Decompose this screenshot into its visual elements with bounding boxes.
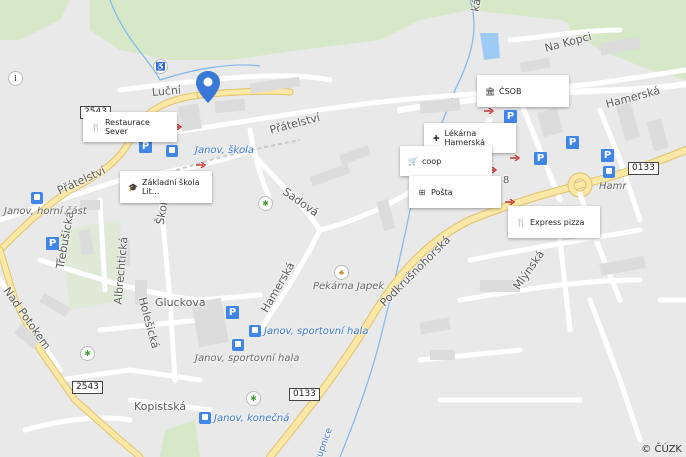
sports-icon[interactable]: ✱ — [259, 197, 272, 210]
poi-label: ČSOB — [499, 86, 522, 96]
poi-label: Základní škola Lit... — [141, 178, 200, 196]
bus-stop-icon[interactable] — [603, 166, 615, 178]
poi-label: Pošta — [431, 187, 453, 197]
post-office-icon: ⊞ — [418, 187, 426, 197]
poi-popup-coop[interactable]: 🛒 coop — [400, 146, 492, 176]
bus-stop-icon[interactable] — [31, 192, 43, 204]
info-icon[interactable]: i — [9, 72, 22, 85]
copyright-label: © ČÚZK — [641, 444, 682, 455]
poi-popup-zakladni-skola[interactable]: 🎓 Základní škola Lit... — [120, 171, 212, 203]
road-number-0133: 0133 — [289, 388, 320, 401]
forest-area-northwest — [0, 0, 70, 40]
bus-stop-icon[interactable] — [199, 412, 211, 424]
parking-icon[interactable]: P — [46, 237, 59, 250]
bus-stop-icon[interactable] — [166, 145, 178, 157]
marker-arrow-icon — [510, 155, 520, 161]
poi-popup-csob[interactable]: 🏛 ČSOB — [477, 75, 569, 107]
poi-popup-restaurace-sever[interactable]: 🍴 Restaurace Sever — [83, 112, 177, 142]
forest-area-west — [60, 220, 125, 310]
location-pin-icon[interactable] — [196, 71, 220, 103]
parking-icon[interactable]: P — [601, 149, 614, 162]
road-number-2543: 2543 — [72, 381, 103, 394]
road-number-0133: 0133 — [628, 162, 659, 175]
poi-popup-posta[interactable]: ⊞ Pošta — [409, 176, 501, 208]
marker-arrow-icon — [196, 162, 206, 168]
bus-stop-icon[interactable] — [249, 325, 261, 337]
pond — [480, 33, 500, 60]
wheelchair-icon[interactable]: ♿ — [154, 60, 167, 73]
restaurant-icon: 🍴 — [516, 217, 526, 227]
parking-icon[interactable]: P — [226, 306, 239, 319]
parking-icon[interactable]: P — [566, 136, 579, 149]
bus-stop-icon[interactable] — [232, 339, 244, 351]
bank-icon: 🏛 — [485, 86, 496, 96]
map-canvas[interactable]: Na Kopci Hamerská Luční Přátelství Přáte… — [0, 0, 686, 457]
marker-arrow-icon — [505, 199, 515, 205]
school-icon: 🎓 — [128, 182, 138, 192]
shop-cart-icon: 🛒 — [408, 156, 418, 166]
marker-arrow-icon — [484, 108, 494, 114]
poi-popup-express-pizza[interactable]: 🍴 Express pizza — [508, 206, 600, 238]
sports-icon[interactable]: ✱ — [81, 347, 94, 360]
poi-label: Express pizza — [530, 217, 585, 227]
poi-label: coop — [422, 156, 442, 166]
pharmacy-icon: ✚ — [432, 133, 440, 143]
bakery-icon[interactable]: ♣ — [335, 266, 348, 279]
poi-label: Restaurace Sever — [104, 118, 150, 136]
parking-icon[interactable]: P — [534, 152, 547, 165]
forest-area-south — [160, 420, 200, 457]
sports-icon[interactable]: ✱ — [247, 392, 260, 405]
parking-icon[interactable]: P — [504, 110, 517, 123]
poi-label: Lékárna Hamerská — [444, 129, 485, 147]
restaurant-icon: 🍴 — [91, 122, 101, 132]
